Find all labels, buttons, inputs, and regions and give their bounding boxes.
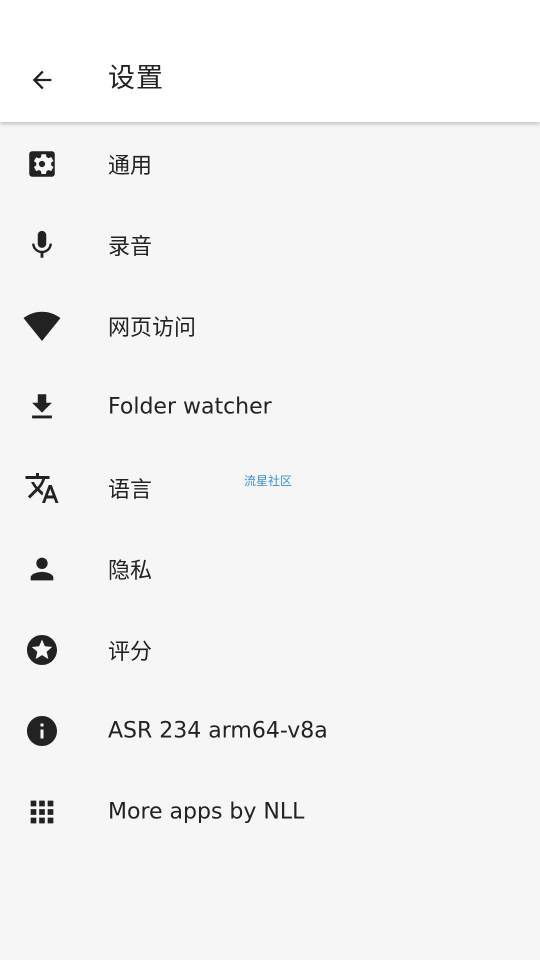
menu-item-folder-watcher[interactable]: Folder watcher — [0, 366, 540, 447]
menu-item-general[interactable]: 通用 — [0, 123, 540, 204]
menu-item-label: Folder watcher — [108, 394, 272, 419]
menu-item-label: 录音 — [108, 234, 153, 260]
info-icon — [22, 711, 62, 751]
menu-item-more-apps[interactable]: More apps by NLL — [0, 771, 540, 852]
menu-item-label: More apps by NLL — [108, 799, 305, 824]
person-icon — [22, 549, 62, 589]
back-button[interactable] — [18, 56, 66, 104]
star-circle-icon — [22, 630, 62, 670]
menu-item-about[interactable]: ASR 234 arm64-v8a — [0, 690, 540, 771]
microphone-icon — [22, 225, 62, 265]
menu-item-recording[interactable]: 录音 — [0, 204, 540, 285]
menu-item-label: 语言 — [108, 477, 153, 503]
menu-item-rate[interactable]: 评分 — [0, 609, 540, 690]
wifi-icon — [22, 306, 62, 346]
menu-item-label: 通用 — [108, 153, 153, 179]
menu-item-label: 隐私 — [108, 558, 153, 584]
menu-item-label: 评分 — [108, 639, 153, 665]
app-bar: 设置 — [0, 0, 540, 122]
settings-gear-icon — [22, 144, 62, 184]
translate-icon — [22, 468, 62, 508]
menu-item-label: 网页访问 — [108, 315, 197, 341]
menu-item-web-access[interactable]: 网页访问 — [0, 285, 540, 366]
watermark-text: 流星社区 — [244, 474, 293, 488]
arrow-left-icon — [28, 66, 56, 94]
page-title: 设置 — [108, 63, 164, 94]
download-icon — [22, 387, 62, 427]
menu-item-privacy[interactable]: 隐私 — [0, 528, 540, 609]
menu-item-label: ASR 234 arm64-v8a — [108, 718, 328, 743]
apps-grid-icon — [22, 792, 62, 832]
